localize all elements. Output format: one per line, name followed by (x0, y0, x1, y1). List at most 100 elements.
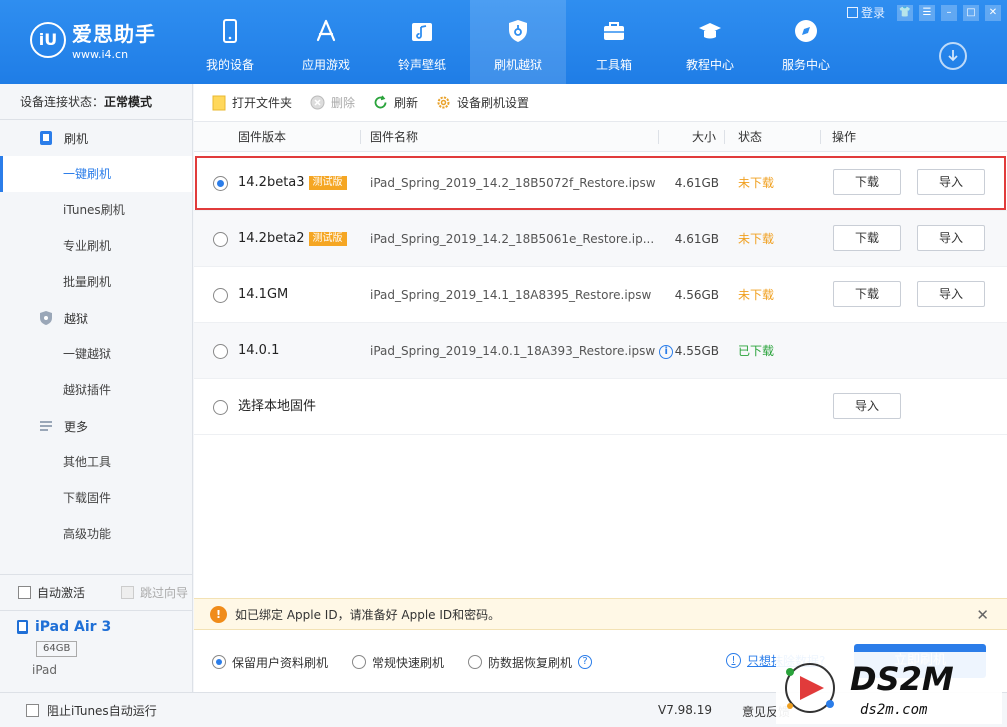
login-link[interactable]: 登录 (846, 4, 885, 21)
flash-settings-button[interactable]: 设备刷机设置 (436, 94, 529, 111)
sidebar-item-download-firmware[interactable]: 下载固件 (0, 480, 192, 516)
folder-icon (212, 95, 226, 110)
col-action: 操作 (832, 130, 857, 144)
flash-shield-icon (505, 18, 531, 44)
nav-flash-jailbreak[interactable]: 刷机越狱 (470, 0, 566, 84)
download-button[interactable]: 下载 (833, 169, 901, 195)
toolbar: 打开文件夹 删除 刷新 设备刷机设置 (194, 84, 1007, 122)
activation-options: 自动激活 跳过向导 (0, 574, 193, 610)
local-firmware-row[interactable]: 选择本地固件 导入 (194, 379, 1007, 435)
nav-service-center[interactable]: 服务中心 (758, 0, 854, 84)
anti-recovery-option[interactable]: 防数据恢复刷机 ? (468, 654, 593, 671)
firmware-row[interactable]: 14.0.1 iPad_Spring_2019_14.0.1_18A393_Re… (194, 323, 1007, 379)
firmware-radio[interactable] (213, 176, 228, 191)
nav-apps-games[interactable]: 应用游戏 (278, 0, 374, 84)
logo-mark-icon: iU (30, 21, 66, 58)
sidebar-item-itunes-flash[interactable]: iTunes刷机 (0, 192, 192, 228)
sidebar-item-other-tools[interactable]: 其他工具 (0, 444, 192, 480)
logo-url: www.i4.cn (72, 48, 129, 61)
sidebar-item-jailbreak-plugins[interactable]: 越狱插件 (0, 372, 192, 408)
firmware-row[interactable]: 14.1GM iPad_Spring_2019_14.1_18A8395_Res… (194, 267, 1007, 323)
delete-button[interactable]: 删除 (310, 94, 355, 111)
help-icon[interactable]: ? (578, 655, 593, 669)
info-icon[interactable]: i (659, 344, 674, 359)
quick-flash-radio[interactable] (352, 655, 367, 669)
gear-icon (437, 96, 450, 109)
download-manager-icon[interactable] (939, 42, 967, 70)
firmware-size: 4.61GB (674, 176, 719, 190)
auto-activate-checkbox[interactable] (18, 586, 31, 599)
logo-title: 爱思助手 (72, 22, 156, 46)
skip-guide-option: 跳过向导 (121, 584, 188, 601)
col-name: 固件名称 (370, 130, 419, 144)
window-controls: 登录 👕 ☰ – □ ✕ (846, 4, 1001, 21)
col-size: 大小 (692, 130, 717, 144)
sidebar-group-flash[interactable]: 刷机 (0, 120, 192, 156)
table-header: 固件版本 固件名称 大小 状态 操作 (194, 122, 1007, 152)
import-button[interactable]: 导入 (917, 281, 985, 307)
jailbreak-shield-icon (38, 310, 54, 326)
nav-tutorials[interactable]: 教程中心 (662, 0, 758, 84)
firmware-name: iPad_Spring_2019_14.2_18B5072f_Restore.i… (370, 176, 656, 190)
download-button[interactable]: 下载 (833, 225, 901, 251)
import-button[interactable]: 导入 (917, 169, 985, 195)
minimize-icon[interactable]: – (941, 4, 957, 21)
watermark: DS2M ds2m.com (776, 652, 1002, 724)
nav-ringtones-wallpapers[interactable]: 铃声壁纸 (374, 0, 470, 84)
nav-toolbox[interactable]: 工具箱 (566, 0, 662, 84)
menu-icon[interactable]: ☰ (919, 4, 935, 21)
firmware-name: iPad_Spring_2019_14.2_18B5061e_Restore.i… (370, 232, 655, 246)
warning-icon: ! (210, 605, 227, 623)
download-button[interactable]: 下载 (833, 281, 901, 307)
skip-guide-checkbox[interactable] (121, 586, 135, 599)
toolbox-icon (601, 18, 627, 44)
block-itunes-checkbox[interactable] (26, 703, 39, 717)
keep-data-option[interactable]: 保留用户资料刷机 (212, 654, 328, 671)
firmware-row[interactable]: 14.2beta3 测试版 iPad_Spring_2019_14.2_18B50… (194, 155, 1007, 211)
firmware-radio[interactable] (213, 400, 228, 415)
sidebar-item-one-click-flash[interactable]: 一键刷机 (0, 156, 192, 192)
download-status: 未下载 (738, 232, 775, 246)
close-icon[interactable]: ✕ (976, 606, 989, 624)
firmware-radio[interactable] (213, 232, 228, 247)
import-button[interactable]: 导入 (833, 393, 901, 419)
device-name: iPad Air 3 (16, 619, 193, 635)
sidebar-group-more[interactable]: 更多 (0, 408, 192, 444)
refresh-button[interactable]: 刷新 (373, 94, 418, 111)
col-version: 固件版本 (238, 130, 287, 144)
tablet-icon (17, 620, 28, 634)
appstore-icon (313, 18, 339, 44)
app-header: iU 爱思助手 www.i4.cn 我的设备 应用游戏 铃声壁纸 刷机越狱 工具… (0, 0, 1007, 84)
import-button[interactable]: 导入 (917, 225, 985, 251)
flash-icon (38, 130, 54, 146)
user-icon (846, 7, 858, 18)
sidebar-item-advanced[interactable]: 高级功能 (0, 516, 192, 552)
firmware-name: iPad_Spring_2019_14.1_18A8395_Restore.ip… (370, 288, 652, 302)
download-status: 未下载 (738, 288, 775, 302)
info-icon: ! (726, 653, 741, 668)
quick-flash-option[interactable]: 常规快速刷机 (352, 654, 444, 671)
capacity-badge: 64GB (36, 641, 78, 657)
keep-data-radio[interactable] (212, 655, 226, 669)
sidebar-item-batch-flash[interactable]: 批量刷机 (0, 264, 192, 300)
firmware-size: 4.55GB (674, 344, 719, 358)
close-icon[interactable]: ✕ (985, 4, 1001, 21)
sidebar: 设备连接状态：正常模式 刷机 一键刷机 iTunes刷机 专业刷机 批量刷机 越… (0, 84, 193, 692)
device-info: iPad Air 3 64GB iPad (0, 610, 193, 692)
anti-recovery-radio[interactable] (468, 655, 483, 669)
maximize-icon[interactable]: □ (963, 4, 979, 21)
firmware-radio[interactable] (213, 344, 228, 359)
sidebar-group-jailbreak[interactable]: 越狱 (0, 300, 192, 336)
skin-icon[interactable]: 👕 (897, 4, 913, 21)
sidebar-item-pro-flash[interactable]: 专业刷机 (0, 228, 192, 264)
nav-my-device[interactable]: 我的设备 (182, 0, 278, 84)
connection-status: 设备连接状态：正常模式 (0, 84, 192, 120)
firmware-size: 4.61GB (674, 232, 719, 246)
app-version: V7.98.19 (658, 703, 713, 717)
open-folder-button[interactable]: 打开文件夹 (212, 94, 292, 111)
sidebar-item-one-click-jailbreak[interactable]: 一键越狱 (0, 336, 192, 372)
firmware-row[interactable]: 14.2beta2 测试版 iPad_Spring_2019_14.2_18B50… (194, 211, 1007, 267)
firmware-radio[interactable] (213, 288, 228, 303)
firmware-name: iPad_Spring_2019_14.0.1_18A393_Restore.i… (370, 323, 674, 379)
beta-tag: 测试版 (308, 175, 347, 190)
